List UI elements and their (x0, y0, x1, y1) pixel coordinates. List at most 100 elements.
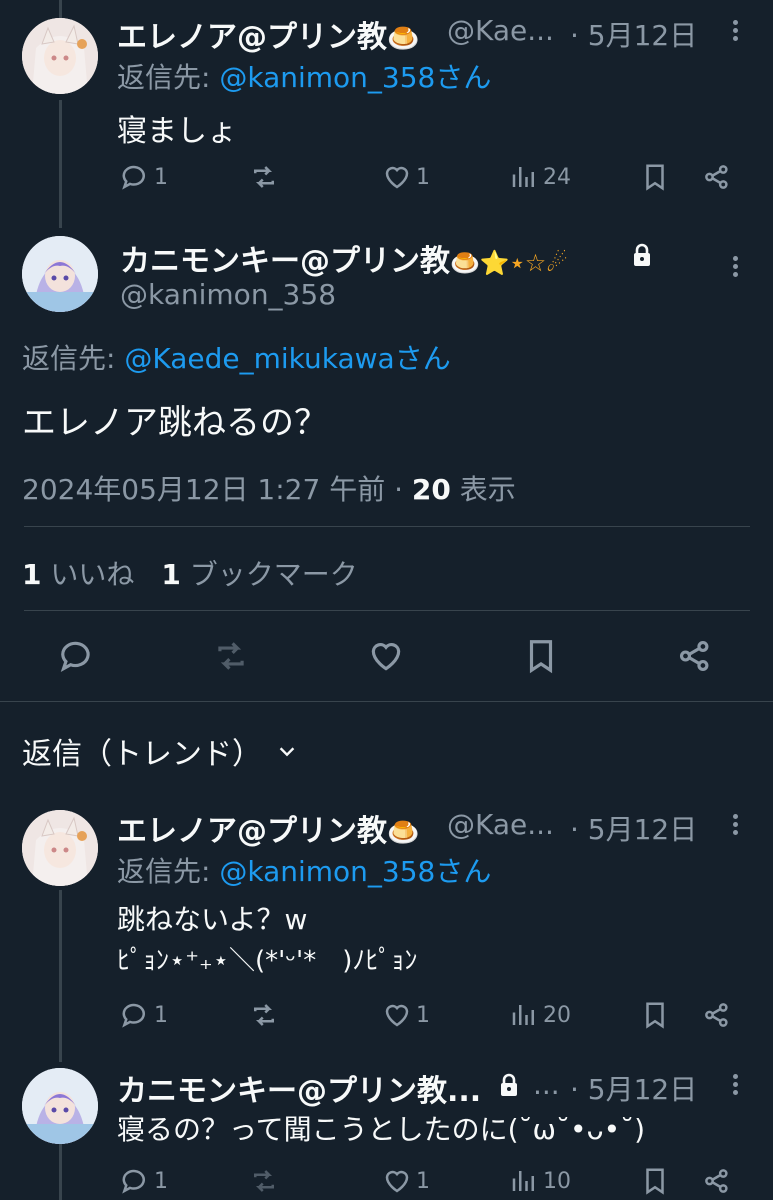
like-button[interactable]: 1 (382, 1000, 430, 1030)
lock-icon (501, 1073, 517, 1096)
more-icon[interactable] (730, 17, 740, 47)
author-handle[interactable]: @Kae... (447, 808, 554, 841)
reply-to-link[interactable]: @kanimon_358さん (219, 855, 491, 888)
reply-to-link[interactable]: @kanimon_358さん (219, 61, 491, 94)
thread-line-1 (59, 100, 62, 228)
avatar-kanimonkey[interactable] (22, 1068, 98, 1144)
avatar-eleanor[interactable] (22, 810, 98, 886)
share-icon (705, 1169, 728, 1193)
author-name[interactable]: エレノア@プリン教🍮 (117, 12, 419, 56)
share-button[interactable] (676, 637, 714, 679)
reply-icon (122, 165, 145, 190)
more-icon[interactable] (730, 1071, 740, 1101)
bookmark-total: 1 (161, 558, 181, 591)
bookmark-icon (529, 640, 553, 674)
reply-button[interactable]: 1 (120, 1000, 168, 1030)
retweet-icon (254, 1170, 274, 1192)
author-name[interactable]: カニモンキー@プリン教🍮⭐⋆☆☄ (120, 236, 568, 280)
views-icon (512, 167, 534, 187)
more-icon[interactable] (730, 811, 740, 841)
like-count: 1 (416, 1168, 430, 1194)
bookmarks-stat[interactable]: 1 ブックマーク (161, 558, 357, 591)
thread-line-2 (59, 890, 62, 1062)
heart-icon (371, 643, 401, 671)
retweet-icon (254, 1004, 274, 1026)
reply-button[interactable] (58, 637, 96, 679)
tweet-date[interactable]: · 5月12日 (570, 14, 697, 54)
heart-icon (385, 1170, 409, 1193)
bookmark-icon (646, 1002, 664, 1029)
reply-icon (122, 1169, 145, 1194)
views-label: 表示 (450, 473, 516, 506)
divider (24, 610, 750, 611)
reply-prefix: 返信先: (117, 61, 220, 94)
share-button[interactable] (702, 162, 732, 192)
author-name[interactable]: カニモンキー@プリン教... (117, 1066, 481, 1110)
author-name-text: エレノア@プリン教 (117, 20, 387, 55)
tweet-date[interactable]: · 5月12日 (570, 808, 697, 848)
bookmark-icon (646, 1168, 664, 1195)
main-tweet-text: エレノア跳ねるの？ (22, 403, 328, 443)
retweet-icon (218, 642, 244, 670)
heart-icon (385, 1004, 409, 1027)
views-count: 10 (543, 1168, 571, 1194)
retweet-button[interactable] (249, 162, 279, 192)
bookmark-button[interactable] (640, 162, 670, 192)
views-button[interactable]: 10 (509, 1166, 571, 1196)
author-handle[interactable]: @Kae... (447, 14, 554, 47)
share-icon (705, 165, 728, 189)
pudding-emoji: 🍮 (387, 24, 420, 54)
reply-icon (122, 1003, 145, 1028)
retweet-button[interactable] (249, 1000, 279, 1030)
tweet-date[interactable]: · 5月12日 (570, 1068, 697, 1108)
reply-prefix: 返信先: (22, 342, 125, 375)
more-icon[interactable] (730, 253, 740, 283)
engagement-stats: 1 いいね 1 ブックマーク (22, 553, 358, 593)
bookmark-button[interactable] (640, 1000, 670, 1030)
avatar-eleanor[interactable] (22, 18, 98, 94)
reply-sort-dropdown[interactable]: 返信（トレンド） (22, 729, 298, 773)
author-handle[interactable]: ... (533, 1068, 560, 1101)
share-button[interactable] (702, 1166, 732, 1196)
reply-button[interactable]: 1 (120, 162, 168, 192)
share-button[interactable] (702, 1000, 732, 1030)
like-button[interactable]: 1 (382, 162, 430, 192)
reply-to-link[interactable]: @Kaede_mikukawaさん (124, 342, 450, 375)
reply-to-line: 返信先: @kanimon_358さん (117, 56, 491, 96)
retweet-button[interactable] (212, 637, 250, 679)
like-button[interactable] (367, 637, 405, 679)
reply-count: 1 (154, 1002, 168, 1028)
like-count: 1 (416, 164, 430, 190)
views-button[interactable]: 20 (509, 1000, 571, 1030)
pudding-emoji: 🍮 (387, 818, 420, 848)
author-name[interactable]: エレノア@プリン教🍮 (117, 806, 419, 850)
likes-stat[interactable]: 1 いいね (22, 558, 143, 591)
retweet-button[interactable] (249, 1166, 279, 1196)
bookmark-label: ブックマーク (189, 558, 358, 591)
reply-to-line: 返信先: @Kaede_mikukawaさん (22, 337, 451, 377)
reply-button[interactable]: 1 (120, 1166, 168, 1196)
like-button[interactable]: 1 (382, 1166, 430, 1196)
thread-line-3 (59, 1142, 62, 1200)
like-count: 1 (416, 1002, 430, 1028)
tweet-text: 寝るの？って聞こうとしたのに(˘ω˘•ᴗ•˘) (117, 1113, 646, 1146)
divider (24, 526, 750, 527)
bookmark-button[interactable] (640, 1166, 670, 1196)
share-icon (705, 1003, 728, 1027)
tweet-text-line1: 跳ねないよ？w (117, 903, 308, 936)
share-icon (679, 640, 709, 672)
heart-icon (385, 166, 409, 189)
reply-to-line: 返信先: @kanimon_358さん (117, 850, 491, 890)
reply-icon (60, 641, 90, 673)
views-icon (512, 1171, 534, 1191)
tweet-text: 寝ましょ (117, 114, 237, 149)
timestamp[interactable]: 2024年05月12日 1:27 午前 · (22, 473, 412, 506)
author-handle[interactable]: @kanimon_358 (120, 278, 336, 311)
avatar-kanimonkey[interactable] (22, 236, 98, 312)
views-button[interactable]: 24 (509, 162, 571, 192)
bookmark-button[interactable] (522, 637, 560, 679)
tweet-text-line2: ﾋﾟｮﾝ⋆⁺₊⋆＼(*'ᵕ'* )ﾉﾋﾟｮﾝ (117, 946, 418, 976)
author-name-text: エレノア@プリン教 (117, 814, 387, 849)
views-icon (512, 1005, 534, 1025)
lock-icon (634, 243, 650, 266)
